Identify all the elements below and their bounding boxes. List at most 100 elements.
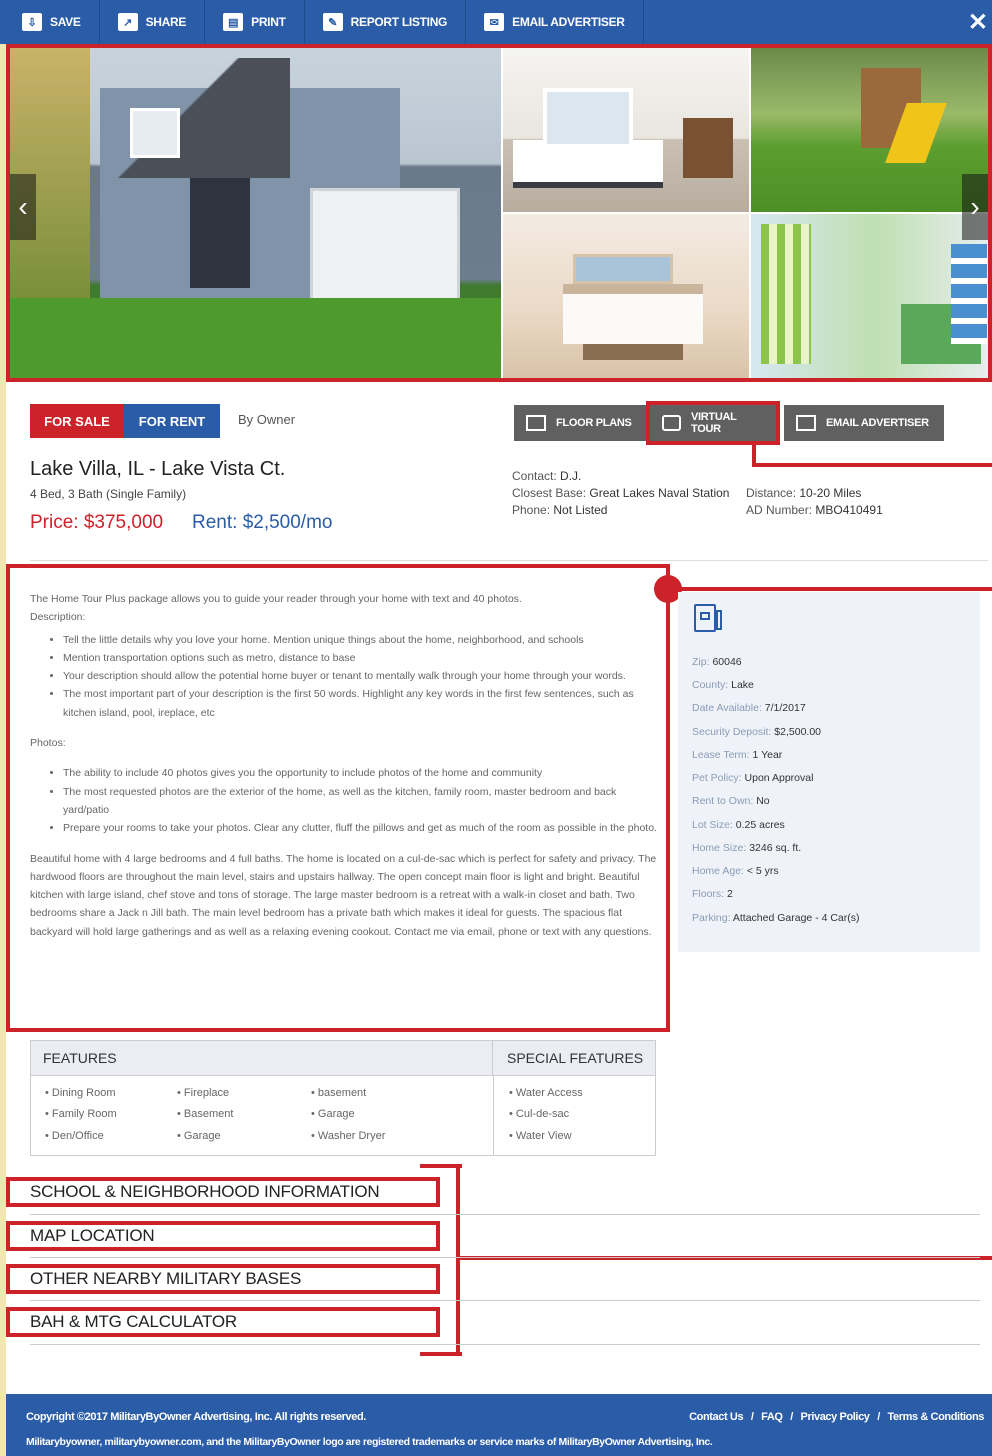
parking-row: Parking: Attached Garage - 4 Car(s): [692, 912, 860, 924]
print-icon: ▤: [223, 13, 244, 31]
special-features-header: SPECIAL FEATURES: [493, 1041, 655, 1076]
features-table: FEATURES SPECIAL FEATURES • Dining Room …: [30, 1040, 656, 1156]
list-item: • Cul-de-sac: [509, 1108, 570, 1120]
ad-number: AD Number: MBO410491: [746, 503, 883, 517]
floors-row: Floors: 2: [692, 888, 733, 900]
house-document-icon: [694, 604, 722, 632]
lot-size-row: Lot Size: 0.25 acres: [692, 819, 785, 831]
bracket-line: [456, 1164, 460, 1356]
divider: [30, 1214, 980, 1215]
for-rent-tab[interactable]: FOR RENT: [124, 404, 220, 438]
bedroom-photo-1[interactable]: [503, 48, 749, 212]
list-item: • basement: [311, 1087, 367, 1099]
floor-plans-button[interactable]: FLOOR PLANS: [514, 405, 646, 441]
list-item: • Dining Room: [45, 1087, 116, 1099]
email-label: EMAIL ADVERTISER: [512, 15, 625, 29]
divider: [30, 1257, 980, 1258]
print-button[interactable]: ▤ PRINT: [205, 0, 305, 44]
share-button[interactable]: ↗ SHARE: [100, 0, 206, 44]
county-row: County: Lake: [692, 679, 754, 691]
home-age-row: Home Age: < 5 yrs: [692, 865, 779, 877]
megaphone-icon: ✉: [484, 13, 505, 31]
main-house-photo[interactable]: [10, 48, 501, 378]
report-label: REPORT LISTING: [350, 15, 448, 29]
phone: Phone: Not Listed: [512, 503, 607, 517]
terms-link[interactable]: Terms & Conditions: [888, 1411, 985, 1423]
list-item: Prepare your rooms to take your photos. …: [63, 819, 660, 837]
link-separator: /: [750, 1411, 754, 1423]
list-item: Mention transportation options such as m…: [63, 649, 660, 667]
floor-plans-label: FLOOR PLANS: [556, 417, 632, 429]
footer-links: Contact Us / FAQ / Privacy Policy / Term…: [689, 1411, 984, 1423]
save-label: SAVE: [50, 15, 81, 29]
top-toolbar: ⇩ SAVE ↗ SHARE ▤ PRINT ✎ REPORT LISTING …: [0, 0, 992, 44]
base-label: Closest Base:: [512, 486, 587, 500]
virtual-tour-button[interactable]: VIRTUAL TOUR: [646, 401, 780, 445]
for-sale-tab[interactable]: FOR SALE: [30, 404, 124, 438]
callout-line: [752, 463, 992, 467]
ad-value: MBO410491: [815, 503, 883, 517]
sale-price: Price: $375,000: [30, 512, 164, 533]
description-intro: The Home Tour Plus package allows you to…: [30, 593, 522, 605]
contact-info: Contact: D.J.: [512, 469, 581, 483]
virtual-tour-label: VIRTUAL TOUR: [691, 411, 737, 435]
playground-photo[interactable]: [751, 48, 988, 212]
email-advertiser-toolbar-button[interactable]: ✉ EMAIL ADVERTISER: [466, 0, 644, 44]
list-item: • Garage: [311, 1108, 355, 1120]
list-item: The most requested photos are the exteri…: [63, 783, 660, 820]
callout-line: [668, 587, 992, 591]
copyright-text: Copyright ©2017 MilitaryByOwner Advertis…: [26, 1411, 366, 1423]
phone-label: Phone:: [512, 503, 551, 517]
closest-base: Closest Base: Great Lakes Naval Station: [512, 486, 729, 500]
close-icon[interactable]: ✕: [968, 8, 988, 37]
bracket-line: [420, 1352, 462, 1356]
map-location-section[interactable]: MAP LOCATION: [30, 1226, 155, 1246]
school-neighborhood-section[interactable]: SCHOOL & NEIGHBORHOOD INFORMATION: [30, 1182, 380, 1202]
list-item: Your description should allow the potent…: [63, 667, 660, 685]
list-item: • Water View: [509, 1130, 572, 1142]
rent-price: Rent: $2,500/mo: [192, 512, 333, 533]
rent-to-own-row: Rent to Own: No: [692, 795, 770, 807]
distance-label: Distance:: [746, 486, 797, 500]
divider: [30, 560, 988, 561]
property-details-panel: Zip: 60046 County: Lake Date Available: …: [678, 592, 980, 952]
bah-mtg-calculator-section[interactable]: BAH & MTG CALCULATOR: [30, 1312, 237, 1332]
report-icon: ✎: [322, 13, 343, 31]
divider: [30, 1300, 980, 1301]
gallery-prev-button[interactable]: ‹: [10, 174, 36, 240]
trademark-text: Militarybyowner, militarybyowner.com, an…: [26, 1436, 713, 1448]
save-button[interactable]: ⇩ SAVE: [0, 0, 100, 44]
phone-value: Not Listed: [553, 503, 608, 517]
kids-room-photo[interactable]: [751, 214, 988, 378]
description-label: Description:: [30, 611, 86, 624]
list-item: • Den/Office: [45, 1130, 104, 1142]
list-item: • Water Access: [509, 1087, 583, 1099]
nearby-military-bases-section[interactable]: OTHER NEARBY MILITARY BASES: [30, 1269, 301, 1289]
gallery-next-button[interactable]: ›: [962, 174, 988, 240]
link-separator: /: [790, 1411, 793, 1423]
base-value: Great Lakes Naval Station: [589, 486, 730, 500]
report-listing-button[interactable]: ✎ REPORT LISTING: [305, 0, 467, 44]
lease-term-row: Lease Term: 1 Year: [692, 749, 783, 761]
megaphone-icon: [796, 415, 816, 431]
print-label: PRINT: [251, 15, 286, 29]
listing-title: Lake Villa, IL - Lake Vista Ct.: [30, 458, 286, 480]
contact-us-link[interactable]: Contact Us: [689, 1411, 743, 1423]
list-item: • Fireplace: [177, 1087, 230, 1099]
listing-subtitle: 4 Bed, 3 Bath (Single Family): [30, 487, 187, 501]
photo-gallery[interactable]: ‹ ›: [6, 44, 992, 382]
share-icon: ↗: [117, 13, 138, 31]
security-deposit-row: Security Deposit: $2,500.00: [692, 726, 822, 738]
pet-policy-row: Pet Policy: Upon Approval: [692, 772, 814, 784]
faq-link[interactable]: FAQ: [761, 1411, 783, 1423]
share-label: SHARE: [145, 15, 187, 29]
email-advertiser-button[interactable]: EMAIL ADVERTISER: [784, 405, 944, 441]
photos-list: The ability to include 40 photos gives y…: [63, 764, 660, 837]
privacy-policy-link[interactable]: Privacy Policy: [801, 1411, 870, 1423]
distance-value: 10-20 Miles: [799, 486, 862, 500]
description-list: Tell the little details why you love you…: [63, 631, 660, 722]
bedroom-photo-2[interactable]: [503, 214, 749, 378]
divider: [493, 1076, 494, 1156]
cube-icon: [662, 415, 681, 431]
footer: Copyright ©2017 MilitaryByOwner Advertis…: [6, 1394, 992, 1456]
